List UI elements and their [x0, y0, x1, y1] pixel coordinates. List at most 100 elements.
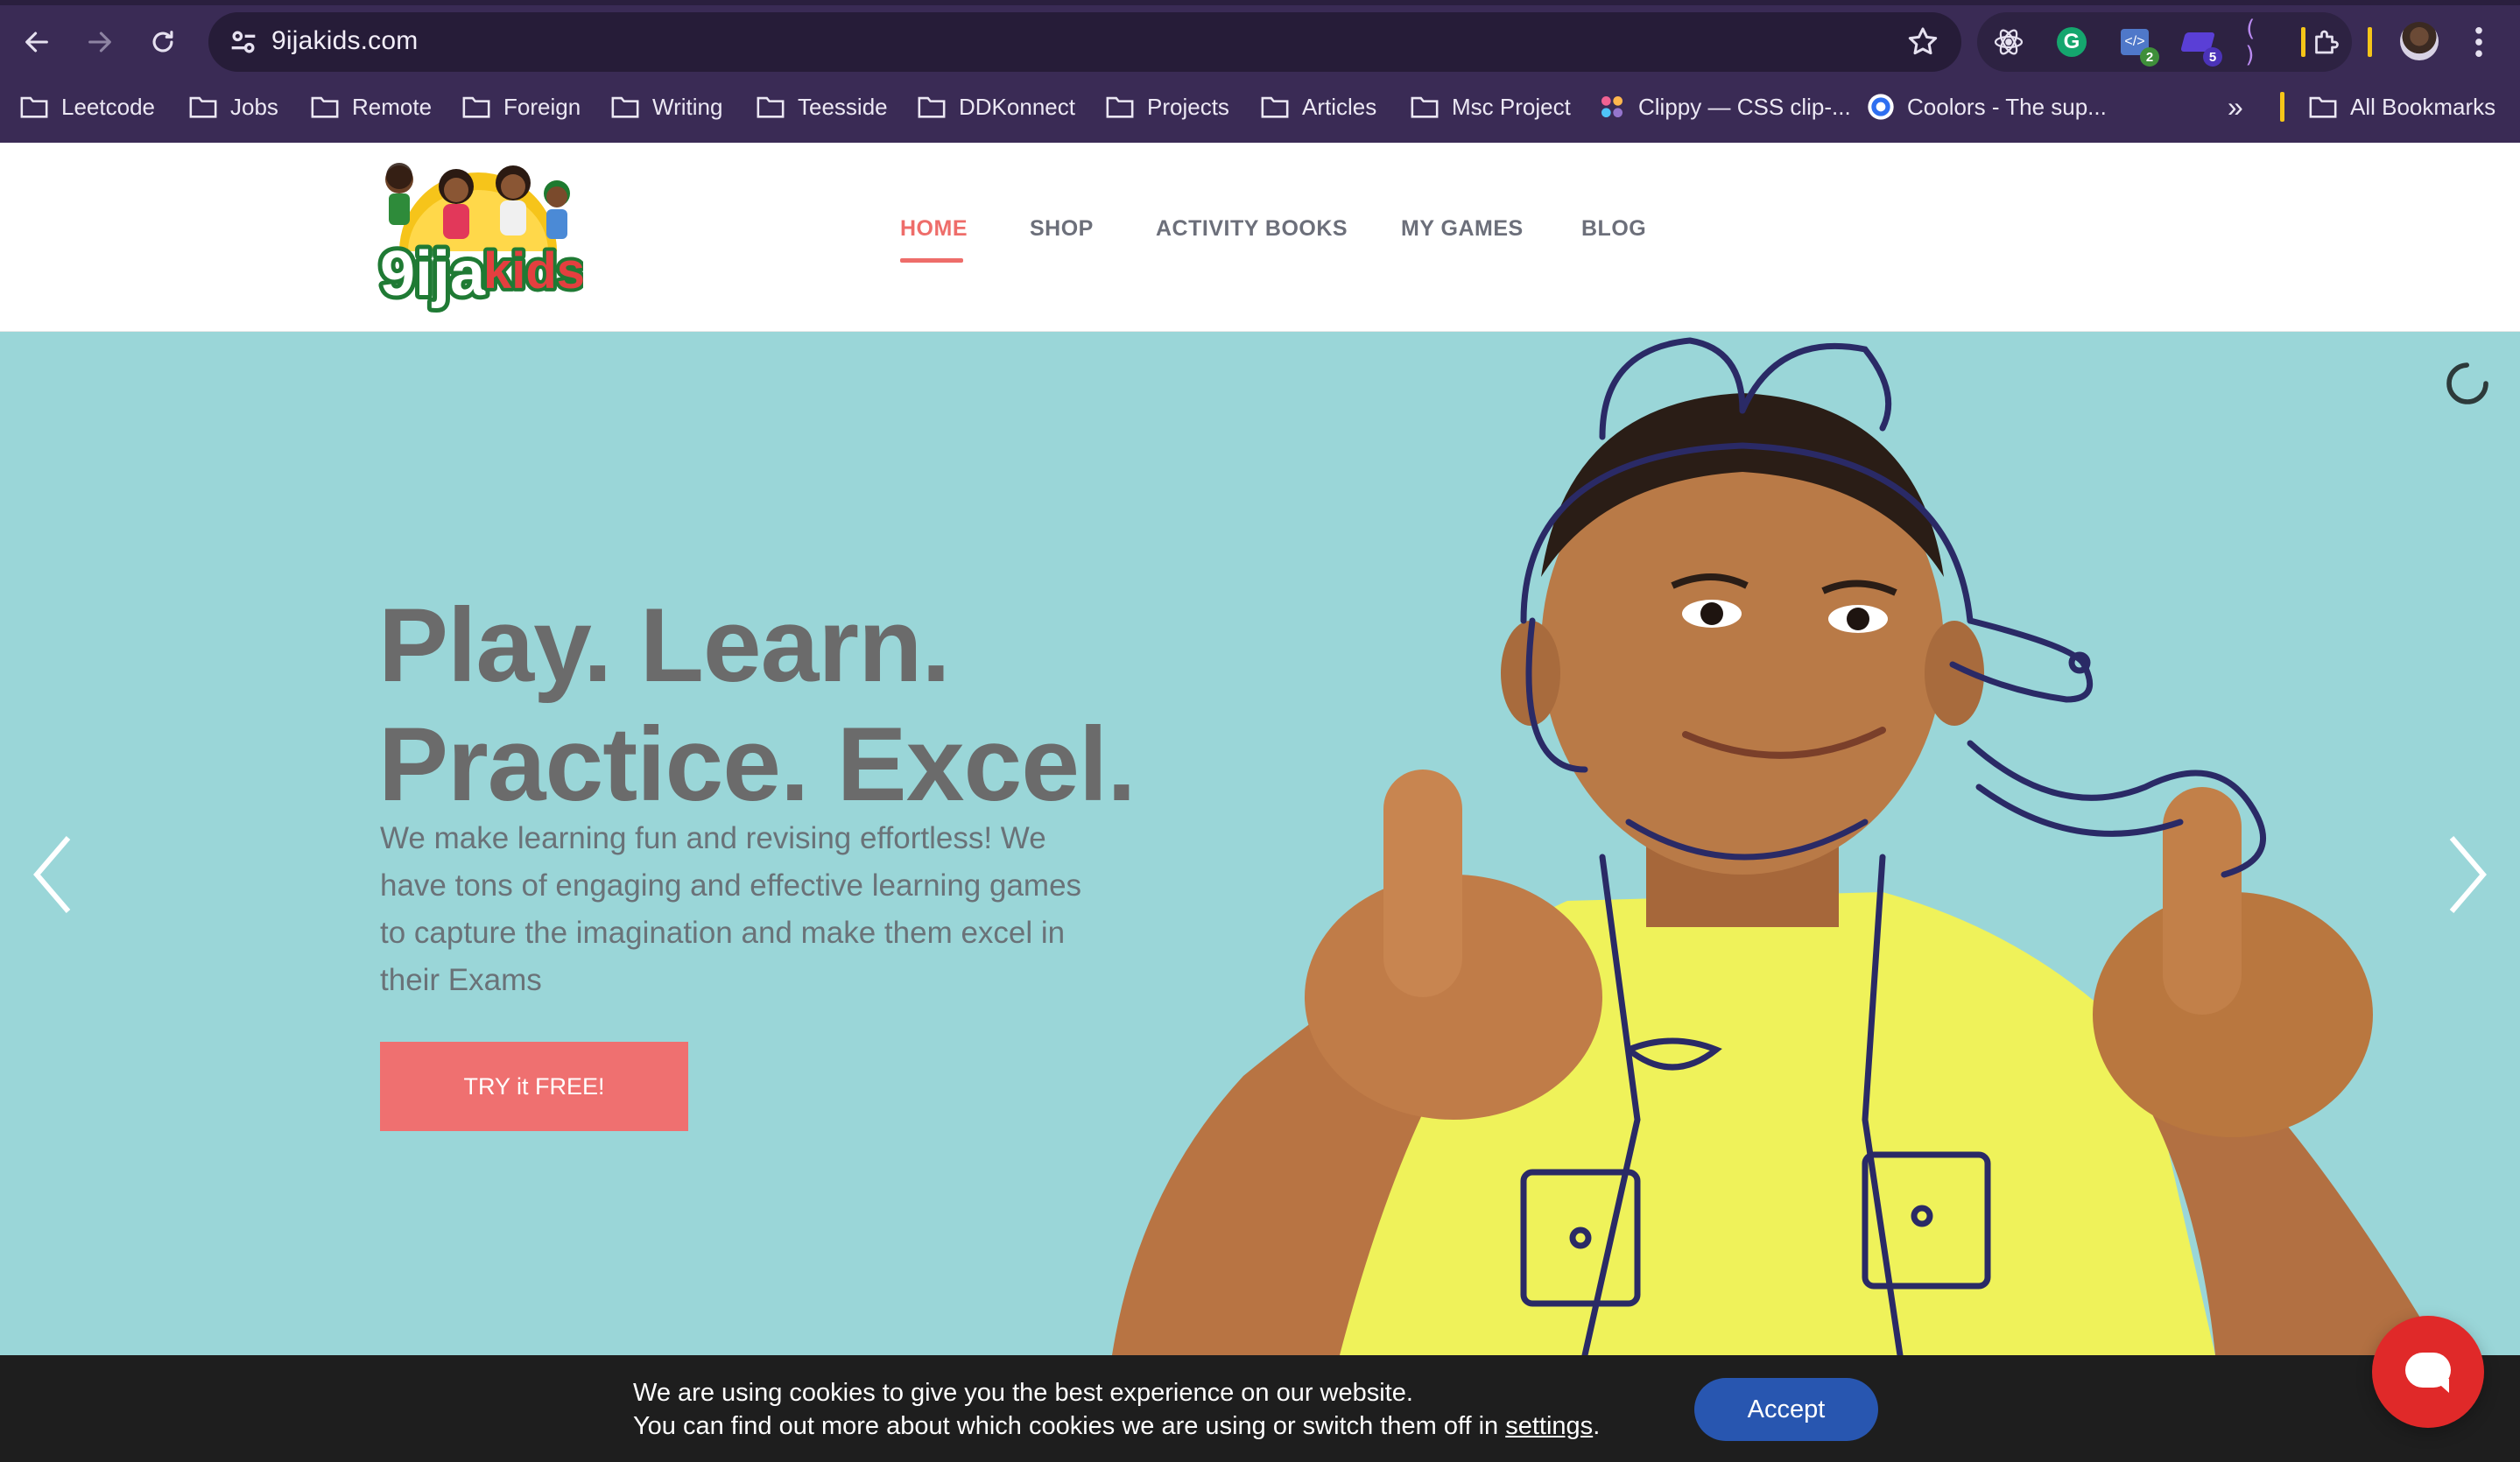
cookie-banner: We are using cookies to give you the bes… [0, 1355, 2520, 1462]
nav-shop[interactable]: SHOP [1030, 216, 1094, 242]
folder-icon [918, 96, 946, 118]
loading-spinner-icon [2446, 362, 2488, 404]
bookmark-label: Projects [1147, 93, 1229, 120]
back-arrow-icon [25, 32, 48, 53]
clippy-favicon-icon [1601, 96, 1623, 117]
bookmark-label: Msc Project [1452, 93, 1571, 120]
divider [2301, 27, 2305, 57]
extension-badge: 5 [2203, 47, 2222, 67]
atom-icon [1994, 29, 2024, 55]
grammarly-extension[interactable]: G [2054, 25, 2089, 60]
folder-icon [611, 96, 639, 118]
forward-button[interactable] [79, 21, 121, 63]
back-button[interactable] [16, 21, 58, 63]
nav-blog[interactable]: BLOG [1581, 216, 1646, 242]
bookmark-leetcode[interactable]: Leetcode [19, 84, 155, 130]
accept-cookies-button[interactable]: Accept [1694, 1378, 1878, 1441]
extensions-strip: G </> 2 5 ( ) [1977, 12, 2352, 72]
try-free-button[interactable]: TRY it FREE! [380, 1042, 688, 1131]
hero-title-line-2: Practice. Excel. [378, 706, 1137, 823]
chat-button[interactable] [2372, 1316, 2484, 1428]
all-bookmarks-button[interactable]: All Bookmarks [2308, 84, 2495, 130]
kebab-menu-icon[interactable] [2466, 23, 2492, 61]
cookie-line-2-text: You can find out more about which cookie… [633, 1412, 1506, 1440]
bookmark-label: Coolors - The sup... [1907, 93, 2107, 120]
divider [2280, 92, 2284, 122]
bookmark-label: Teesside [798, 93, 888, 120]
hero-kid-image [1112, 337, 2443, 1355]
bookmark-writing[interactable]: Writing [610, 84, 722, 130]
cookie-line-2: You can find out more about which cookie… [633, 1409, 1600, 1443]
reload-icon [152, 31, 173, 53]
folder-icon [311, 96, 339, 118]
hero-slider: Play. Learn. Practice. Excel. We make le… [0, 332, 2520, 1355]
bookmark-label: Jobs [230, 93, 278, 120]
bookmarks-bar: Leetcode Jobs Remote Foreign Writing Tee… [0, 84, 2520, 130]
brackets-extension[interactable]: ( ) [2243, 16, 2278, 68]
coolors-favicon-icon [1868, 94, 1894, 120]
svg-text:kids: kids [483, 242, 583, 299]
folder-icon [20, 96, 48, 118]
bookmark-label: Writing [652, 93, 723, 120]
overflow-chevron-icon: » [2228, 90, 2243, 123]
bookmark-label: DDKonnect [959, 93, 1075, 120]
active-nav-indicator [900, 258, 963, 263]
bookmark-label: Articles [1302, 93, 1377, 120]
bookmark-articles[interactable]: Articles [1260, 84, 1376, 130]
brackets-icon: ( ) [2243, 16, 2257, 68]
hero-title-line-1: Play. Learn. [378, 587, 951, 704]
cookie-line-1: We are using cookies to give you the bes… [633, 1379, 1413, 1407]
react-devtools-extension[interactable] [1991, 25, 2026, 60]
extensions-icon [2315, 30, 2339, 54]
folder-icon [1106, 96, 1134, 118]
bookmark-label: All Bookmarks [2350, 93, 2496, 120]
nav-home[interactable]: HOME [900, 216, 968, 242]
address-bar[interactable]: 9ijakids.com [208, 12, 1961, 72]
chevron-right-icon[interactable] [2441, 831, 2494, 918]
extension-badge: 2 [2140, 47, 2159, 67]
bookmark-coolors[interactable]: Coolors - The sup... [1867, 84, 2107, 130]
bookmark-clippy[interactable]: Clippy — CSS clip-... [1598, 84, 1851, 130]
hero-description: We make learning fun and revising effort… [380, 821, 1082, 997]
avatar[interactable] [2400, 22, 2439, 60]
folder-icon [1411, 96, 1439, 118]
bookmark-label: Leetcode [61, 93, 155, 120]
cookie-settings-link[interactable]: settings [1505, 1412, 1593, 1440]
bookmark-projects[interactable]: Projects [1105, 84, 1229, 130]
bookmark-foreign[interactable]: Foreign [461, 84, 581, 130]
bookmark-label: Foreign [503, 93, 581, 120]
folder-icon [189, 96, 217, 118]
cookie-line-2-end: . [1593, 1412, 1601, 1440]
chevron-left-icon[interactable] [26, 831, 79, 918]
bookmark-ddkonnect[interactable]: DDKonnect [917, 84, 1075, 130]
bookmark-label: Clippy — CSS clip-... [1638, 93, 1851, 120]
nav-my-games[interactable]: MY GAMES [1401, 216, 1524, 242]
folder-icon [2309, 96, 2337, 118]
tab-strip-edge [0, 0, 2520, 5]
site-header: 9ija kids HOME SHOP ACTIVITY BOOKS MY GA… [0, 143, 2520, 332]
folder-icon [757, 96, 785, 118]
nav-activity-books[interactable]: ACTIVITY BOOKS [1156, 216, 1348, 242]
bookmark-jobs[interactable]: Jobs [188, 84, 278, 130]
bookmark-msc-project[interactable]: Msc Project [1410, 84, 1571, 130]
star-icon[interactable] [1905, 25, 1940, 60]
folder-icon [462, 96, 490, 118]
bookmark-remote[interactable]: Remote [310, 84, 432, 130]
cookie-message: We are using cookies to give you the bes… [633, 1376, 1600, 1443]
site-settings-icon[interactable] [226, 25, 261, 60]
code-extension[interactable]: </> 2 [2117, 25, 2159, 67]
reload-button[interactable] [142, 21, 184, 63]
hero-title: Play. Learn. Practice. Excel. [378, 586, 1137, 824]
bookmarks-overflow-button[interactable]: » [2228, 84, 2243, 130]
extensions-button[interactable] [2308, 25, 2343, 60]
browser-chrome: 9ijakids.com G </> 2 5 ( ) Leetcode Jobs… [0, 0, 2520, 143]
divider [2368, 27, 2372, 57]
url-text[interactable]: 9ijakids.com [271, 26, 418, 56]
bookmark-teesside[interactable]: Teesside [756, 84, 888, 130]
grammarly-icon: G [2057, 27, 2087, 57]
cap-extension[interactable]: 5 [2180, 25, 2222, 67]
site-logo[interactable]: 9ija kids [373, 155, 583, 314]
folder-icon [1261, 96, 1289, 118]
chat-icon-tail [2433, 1379, 2449, 1393]
svg-text:9ija: 9ija [380, 239, 486, 309]
